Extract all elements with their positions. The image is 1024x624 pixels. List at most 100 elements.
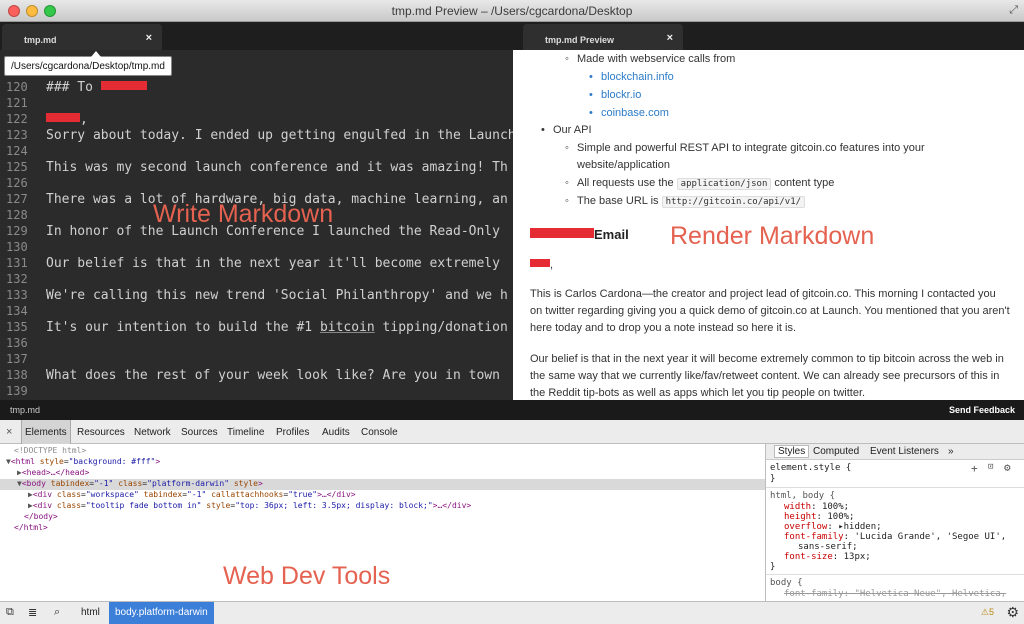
toggle-state-icon[interactable]: ⊡ [988,462,993,472]
editor-line[interactable]: 126 [0,176,513,192]
breadcrumb-html[interactable]: html [75,602,106,624]
tab-preview[interactable]: tmp.md Preview × [523,24,683,50]
line-content: It's our intention to build the #1 [46,320,320,335]
editor-line[interactable]: 139 [0,384,513,400]
link-blockr[interactable]: blockr.io [589,89,641,101]
editor-line[interactable]: 131 Our belief is that in the next year … [0,256,513,272]
web-dev-tools-annotation: Web Dev Tools [223,562,391,590]
tab-timeline[interactable]: Timeline [227,420,264,444]
attr-value: "tooltip fade bottom in" [85,501,202,510]
dom-node[interactable]: ▶<div class="workspace" tabindex="-1" ca… [0,490,765,501]
add-rule-icon[interactable]: + [971,462,978,475]
tab-computed[interactable]: Computed [813,446,859,457]
css-property[interactable]: height: 100%; [784,512,854,522]
dom-tree[interactable]: <!DOCTYPE html> ▼<html style="background… [0,444,765,601]
tab-elements[interactable]: Elements [21,420,71,444]
gear-icon[interactable]: ⚙ [1004,461,1011,474]
css-property[interactable]: overflow: ▸hidden; [784,522,882,532]
tab-resources[interactable]: Resources [77,420,125,444]
tab-audits[interactable]: Audits [322,420,350,444]
send-feedback-button[interactable]: Send Feedback [949,405,1015,415]
css-property[interactable]: font-family: 'Lucida Grande', 'Segoe UI'… [784,532,1006,542]
editor-line[interactable]: 121 [0,96,513,112]
warning-count-badge[interactable]: ⚠5 [981,607,994,618]
tag: </html> [14,523,48,532]
link-coinbase[interactable]: coinbase.com [589,107,669,119]
editor-line[interactable]: 123 Sorry about today. I ended up gettin… [0,128,513,144]
redacted-block [100,81,147,90]
dom-node[interactable]: </body> [0,512,765,523]
tab-sources[interactable]: Sources [181,420,218,444]
tab-preview-close-icon[interactable]: × [667,32,673,44]
editor-line[interactable]: 134 [0,304,513,320]
tab-network[interactable]: Network [134,420,171,444]
link-blockchain[interactable]: blockchain.info [589,71,674,83]
line-content: tipping/donation [374,320,508,335]
tab-profiles[interactable]: Profiles [276,420,309,444]
tab-console[interactable]: Console [361,420,398,444]
attr: class [56,490,82,499]
line-text: It's our intention to build the #1 bitco… [46,320,508,335]
styles-pane: Styles Computed Event Listeners » elemen… [765,444,1024,601]
markdown-editor[interactable]: 120 ### To 121 122 , 123 Sorry about tod… [0,50,513,400]
dom-node-selected[interactable]: ▼<body tabindex="-1" class="platform-dar… [0,479,765,490]
editor-line[interactable]: 133 We're calling this new trend 'Social… [0,288,513,304]
prop-name: font-size [784,552,833,562]
editor-line[interactable]: 125 This was my second launch conference… [0,160,513,176]
line-number: 138 [6,368,28,382]
line-text: What does the rest of your week look lik… [46,368,500,383]
tab-event-listeners[interactable]: Event Listeners [870,446,939,457]
dom-node[interactable]: <!DOCTYPE html> [0,446,765,457]
divider [766,487,1024,488]
tag: <html [10,457,35,466]
close-brace: } [770,474,776,484]
dom-node[interactable]: </html> [0,523,765,534]
inline-code: http://gitcoin.co/api/v1/ [661,196,806,208]
css-property[interactable]: width: 100%; [784,502,849,512]
window-title: tmp.md Preview – /Users/cgcardona/Deskto… [391,4,633,18]
line-text: ### To [46,80,147,95]
list-item-continued: website/application [577,159,670,171]
editor-line[interactable]: 120 ### To [0,80,513,96]
dom-node[interactable]: ▶<head>…</head> [0,468,765,479]
write-markdown-annotation: Write Markdown [153,200,334,228]
editor-line[interactable]: 135 It's our intention to build the #1 b… [0,320,513,336]
editor-line[interactable]: 136 [0,336,513,352]
overridden-property[interactable]: font-family: "Helvetica Neue", Helvetica… [784,589,1006,599]
fullscreen-icon[interactable]: ⤢ [1009,4,1018,17]
dock-icon[interactable]: ⧉ [6,606,14,619]
breadcrumb-body[interactable]: body.platform-darwin [109,602,214,624]
tab-styles[interactable]: Styles [774,445,810,458]
line-text: Our belief is that in the next year it'l… [46,256,500,271]
editor-line[interactable]: 130 [0,240,513,256]
status-filename: tmp.md [10,405,41,415]
dom-node[interactable]: ▼<html style="background: #fff"> [0,457,765,468]
css-property[interactable]: font-size: 13px; [784,552,871,562]
editor-line[interactable]: 122 , [0,112,513,128]
editor-line[interactable]: 137 [0,352,513,368]
more-tabs-icon[interactable]: » [948,446,954,457]
list-item: Our API [541,124,591,136]
line-text: This was my second launch conference and… [46,160,508,175]
devtools-close-icon[interactable]: × [6,426,12,438]
search-icon[interactable]: ⌕ [54,606,60,619]
line-number: 126 [6,176,28,190]
settings-gear-icon[interactable]: ⚙ [1006,604,1019,621]
line-number: 123 [6,128,28,142]
console-drawer-icon[interactable]: ≣ [28,606,37,619]
editor-line[interactable]: 138 What does the rest of your week look… [0,368,513,384]
attr: callattachhooks [211,490,284,499]
editor-line[interactable]: 132 [0,272,513,288]
editor-line[interactable]: 124 [0,144,513,160]
dom-node[interactable]: ▶<div class="tooltip fade bottom in" sty… [0,501,765,512]
line-number: 137 [6,352,28,366]
list-item: All requests use the application/json co… [565,177,834,190]
email-heading: Email [530,227,629,242]
tab-editor-close-icon[interactable]: × [146,32,152,44]
text: , [550,259,554,271]
status-bar: tmp.md Send Feedback [0,400,1024,420]
tab-editor[interactable]: tmp.md × [2,24,162,50]
markdown-preview: Made with webservice calls from blockcha… [513,50,1024,400]
attr-value: "background: #fff" [68,457,156,466]
web-dev-tools: × Elements Resources Network Sources Tim… [0,420,1024,624]
